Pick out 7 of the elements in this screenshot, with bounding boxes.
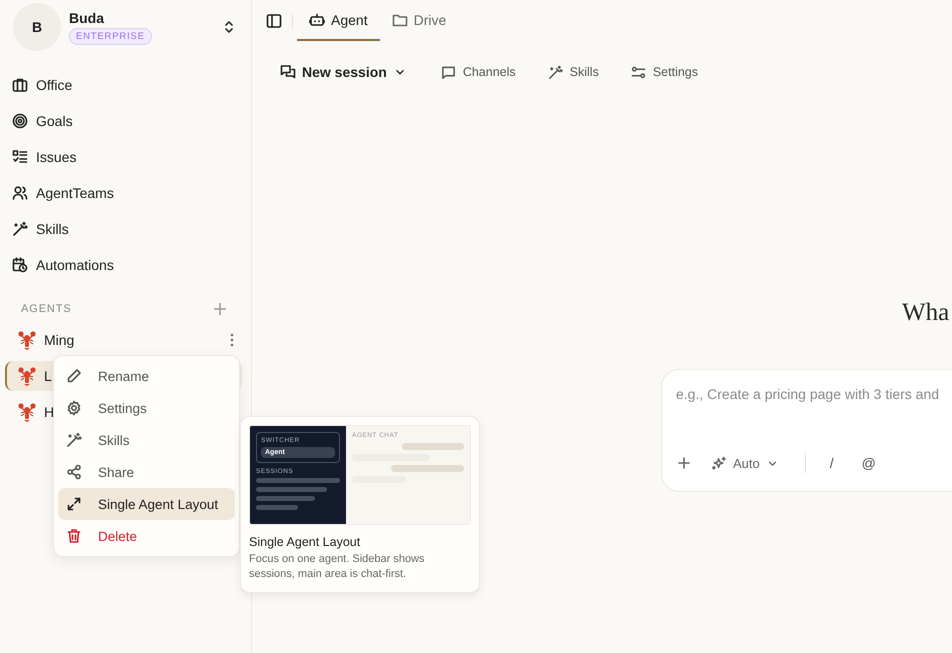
section-heading: AGENTS [21,303,72,315]
plan-badge: ENTERPRISE [69,28,152,44]
preview-description: Focus on one agent. Sidebar shows sessions, main area is chat-first. [249,552,426,582]
preview-title: Single Agent Layout [249,535,362,549]
welcome-heading: Wha [902,299,950,328]
workspace-name: Buda [69,10,106,26]
workspace-avatar: B [13,3,61,51]
